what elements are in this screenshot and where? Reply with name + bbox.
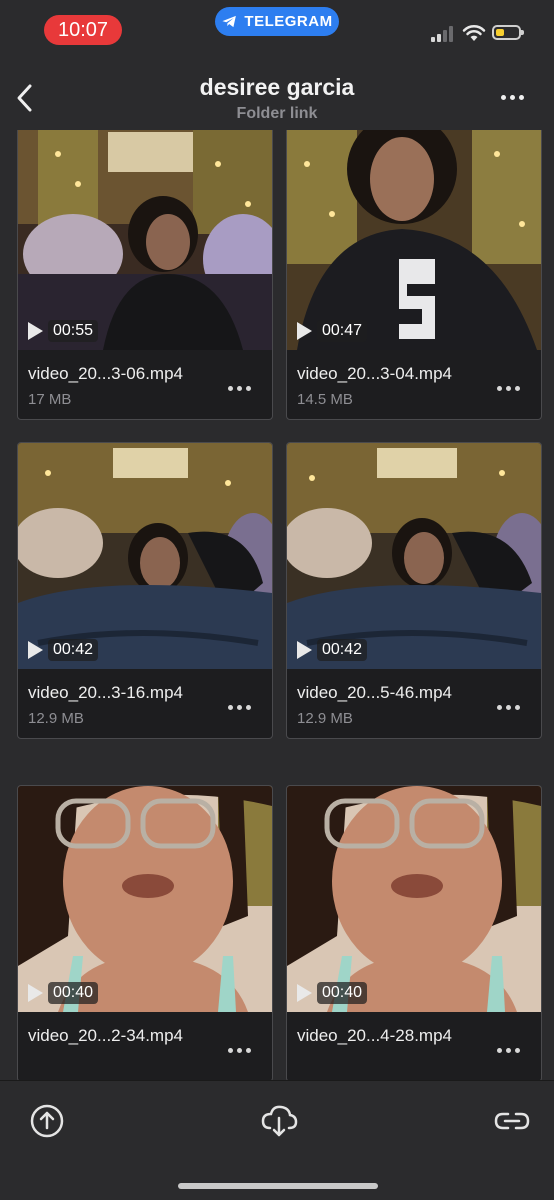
file-size: 17 MB	[28, 391, 72, 408]
video-thumbnail[interactable]: 00:40	[18, 786, 272, 1012]
link-icon[interactable]	[492, 1101, 532, 1141]
video-thumbnail[interactable]: 00:42	[287, 443, 541, 669]
time-pill: 10:07	[44, 15, 122, 45]
video-thumbnail[interactable]: 00:47	[287, 130, 541, 350]
cloud-download-icon[interactable]	[259, 1101, 299, 1141]
file-card[interactable]: 00:47 video_20...3-04.mp4 14.5 MB	[286, 130, 542, 420]
video-duration: 00:42	[297, 639, 368, 661]
video-duration: 00:42	[28, 639, 99, 661]
file-card[interactable]: 00:42 video_20...5-46.mp4 12.9 MB	[286, 442, 542, 739]
video-thumbnail[interactable]: 00:55	[18, 130, 272, 350]
telegram-folder-screen: 10:07 TELEGRAM desiree garcia Folder lin	[0, 0, 554, 1200]
cellular-signal-icon	[431, 26, 453, 42]
play-icon	[297, 641, 312, 659]
file-size: 12.9 MB	[297, 710, 353, 727]
folder-subtitle: Folder link	[236, 105, 318, 122]
file-card[interactable]: 00:42 video_20...3-16.mp4 12.9 MB	[17, 442, 273, 739]
file-name: video_20...3-16.mp4	[28, 683, 183, 702]
video-duration: 00:40	[297, 982, 368, 1004]
more-horizontal-icon[interactable]	[494, 82, 530, 112]
telegram-plane-icon	[222, 15, 237, 28]
more-horizontal-icon[interactable]	[497, 698, 537, 716]
play-icon	[28, 322, 43, 340]
video-thumbnail-image	[18, 130, 272, 350]
wifi-icon	[462, 25, 486, 41]
file-name: video_20...3-04.mp4	[297, 364, 452, 383]
video-duration: 00:40	[28, 982, 99, 1004]
video-thumbnail-image	[18, 786, 272, 1012]
file-card[interactable]: 00:40 video_20...4-28.mp4	[286, 785, 542, 1080]
play-icon	[297, 984, 312, 1002]
file-card[interactable]: 00:55 video_20...3-06.mp4 17 MB	[17, 130, 273, 420]
home-indicator[interactable]	[178, 1183, 378, 1189]
play-icon	[28, 984, 43, 1002]
more-horizontal-icon[interactable]	[228, 698, 268, 716]
more-horizontal-icon[interactable]	[497, 379, 537, 397]
file-name: video_20...3-06.mp4	[28, 364, 183, 383]
play-icon	[297, 322, 312, 340]
video-thumbnail-image	[287, 443, 541, 669]
file-card[interactable]: 00:40 video_20...2-34.mp4	[17, 785, 273, 1080]
battery-level	[496, 29, 504, 36]
video-thumbnail-image	[18, 443, 272, 669]
file-name: video_20...4-28.mp4	[297, 1026, 452, 1045]
chat-header: desiree garcia Folder link	[0, 60, 554, 130]
file-name: video_20...5-46.mp4	[297, 683, 452, 702]
upload-icon[interactable]	[27, 1101, 67, 1141]
video-thumbnail-image	[287, 786, 541, 1012]
more-horizontal-icon[interactable]	[228, 1041, 268, 1059]
folder-title: desiree garcia	[199, 74, 355, 100]
video-thumbnail-image	[287, 130, 541, 350]
more-horizontal-icon[interactable]	[497, 1041, 537, 1059]
more-horizontal-icon[interactable]	[228, 379, 268, 397]
battery-icon	[492, 25, 524, 40]
video-duration: 00:55	[28, 320, 99, 342]
video-duration: 00:47	[297, 320, 368, 342]
video-thumbnail[interactable]: 00:40	[287, 786, 541, 1012]
play-icon	[28, 641, 43, 659]
telegram-label: TELEGRAM	[244, 13, 333, 30]
bottom-action-bar	[0, 1080, 554, 1200]
file-grid: 00:55 video_20...3-06.mp4 17 MB 00:47 vi…	[0, 130, 554, 1080]
telegram-return-pill[interactable]: TELEGRAM	[215, 7, 339, 36]
status-bar: 10:07 TELEGRAM	[0, 0, 554, 60]
file-name: video_20...2-34.mp4	[28, 1026, 183, 1045]
file-size: 12.9 MB	[28, 710, 84, 727]
video-thumbnail[interactable]: 00:42	[18, 443, 272, 669]
file-size: 14.5 MB	[297, 391, 353, 408]
